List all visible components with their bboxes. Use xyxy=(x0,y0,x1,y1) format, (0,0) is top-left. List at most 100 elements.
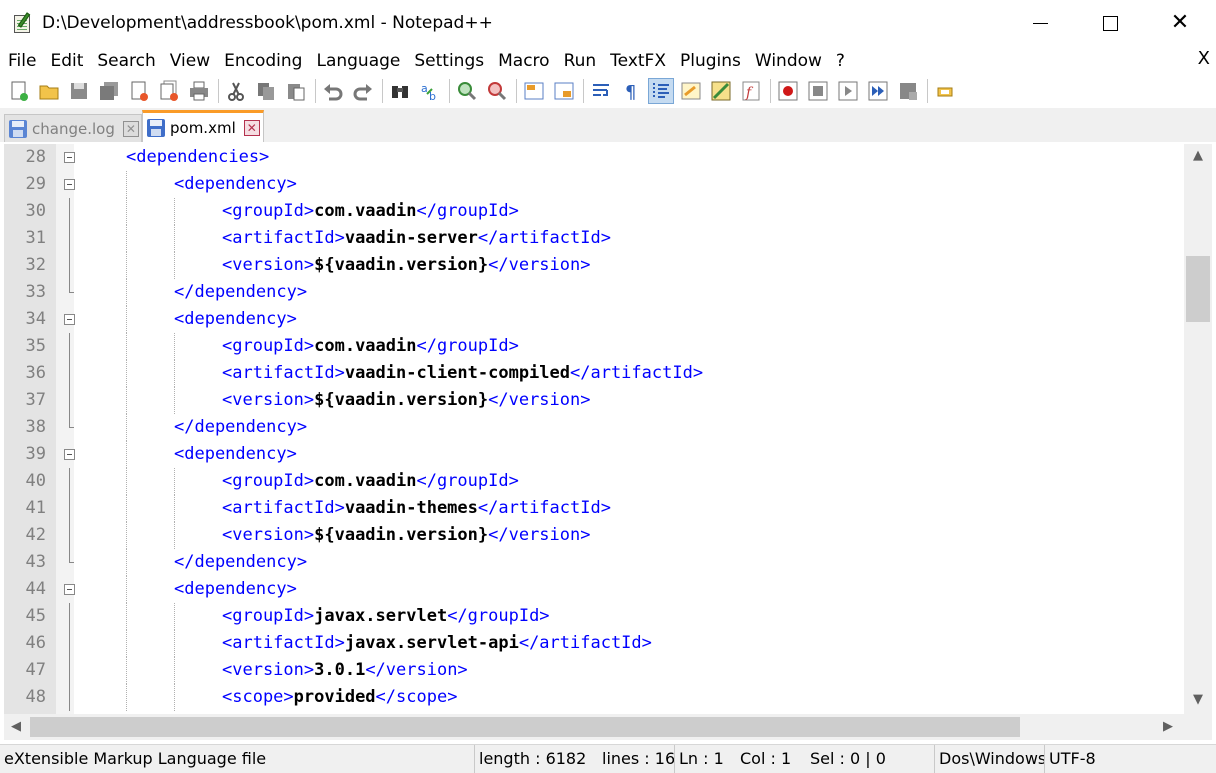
paste-button[interactable] xyxy=(283,78,309,104)
xml-tag: </dependency> xyxy=(174,417,308,437)
menu-run[interactable]: Run xyxy=(557,51,604,71)
xml-value: vaadin-server xyxy=(344,228,478,248)
code-line[interactable]: 31 <artifactId>vaadin-server</artifactId> xyxy=(4,225,1184,252)
indent-guide xyxy=(174,657,175,684)
zoom-out-button[interactable] xyxy=(484,78,510,104)
find-button[interactable] xyxy=(387,78,413,104)
word-wrap-button[interactable] xyxy=(588,78,614,104)
close-file-button[interactable] xyxy=(126,78,152,104)
indent-guide xyxy=(174,522,175,549)
fold-minus-icon[interactable] xyxy=(64,584,75,595)
undo-button[interactable] xyxy=(320,78,346,104)
minimize-button[interactable] xyxy=(1005,0,1075,46)
code-line[interactable]: 42 <version>${vaadin.version}</version> xyxy=(4,522,1184,549)
menu-window[interactable]: Window xyxy=(748,51,829,71)
scroll-up-arrow-icon[interactable]: ▲ xyxy=(1184,148,1212,163)
indent-guide-button[interactable] xyxy=(648,78,674,104)
notepadpp-app-icon[interactable] xyxy=(12,12,34,34)
indent-guide xyxy=(126,171,127,198)
code-line[interactable]: 30 <groupId>com.vaadin</groupId> xyxy=(4,198,1184,225)
code-line[interactable]: 34 <dependency> xyxy=(4,306,1184,333)
plugin-button[interactable] xyxy=(932,78,958,104)
code-line[interactable]: 37 <version>${vaadin.version}</version> xyxy=(4,387,1184,414)
code-line[interactable]: 36 <artifactId>vaadin-client-compiled</ar… xyxy=(4,360,1184,387)
open-file-button[interactable] xyxy=(36,78,62,104)
menu-encoding[interactable]: Encoding xyxy=(217,51,309,71)
stop-macro-button[interactable] xyxy=(805,78,831,104)
menu-language[interactable]: Language xyxy=(309,51,407,71)
fold-minus-icon[interactable] xyxy=(64,152,75,163)
fold-minus-icon[interactable] xyxy=(64,314,75,325)
menu-plugins[interactable]: Plugins xyxy=(673,51,748,71)
code-line[interactable]: 46 <artifactId>javax.servlet-api</artifac… xyxy=(4,630,1184,657)
menu-textfx[interactable]: TextFX xyxy=(603,51,673,71)
code-line[interactable]: 38 </dependency> xyxy=(4,414,1184,441)
tab-pom-xml[interactable]: pom.xml ✕ xyxy=(142,110,264,142)
fold-minus-icon[interactable] xyxy=(64,449,75,460)
fold-minus-icon[interactable] xyxy=(64,179,75,190)
menu-search[interactable]: Search xyxy=(90,51,162,71)
tab-change-log[interactable]: change.log ✕ xyxy=(4,114,142,142)
code-line[interactable]: 44 <dependency> xyxy=(4,576,1184,603)
menu-edit[interactable]: Edit xyxy=(43,51,90,71)
menu-file[interactable]: File xyxy=(0,51,43,71)
save-all-icon xyxy=(100,82,118,100)
cut-button[interactable] xyxy=(223,78,249,104)
record-macro-button[interactable] xyxy=(775,78,801,104)
status-encoding[interactable]: UTF-8 xyxy=(1044,745,1216,773)
play-macro-button[interactable] xyxy=(835,78,861,104)
menu-help[interactable]: ? xyxy=(829,51,852,71)
horizontal-scroll-thumb[interactable] xyxy=(30,717,1020,737)
zoom-in-button[interactable] xyxy=(454,78,480,104)
close-document-button[interactable]: X xyxy=(1198,48,1210,69)
code-line[interactable]: 40 <groupId>com.vaadin</groupId> xyxy=(4,468,1184,495)
code-line[interactable]: 28 <dependencies> xyxy=(4,144,1184,171)
save-macro-button[interactable] xyxy=(895,78,921,104)
show-all-characters-button[interactable]: ¶ xyxy=(618,78,644,104)
scroll-right-arrow-icon[interactable]: ▶ xyxy=(1156,719,1180,734)
replace-button[interactable]: ab xyxy=(417,78,443,104)
vertical-scrollbar[interactable]: ▲ ▼ xyxy=(1184,144,1212,714)
close-button[interactable]: ✕ xyxy=(1145,0,1215,46)
menu-view[interactable]: View xyxy=(163,51,217,71)
line-number: 34 xyxy=(25,309,46,329)
status-lines: lines : 164 xyxy=(602,749,674,768)
code-line[interactable]: 35 <groupId>com.vaadin</groupId> xyxy=(4,333,1184,360)
menu-settings[interactable]: Settings xyxy=(407,51,491,71)
code-line[interactable]: 48 <scope>provided</scope> xyxy=(4,684,1184,711)
vertical-scroll-thumb[interactable] xyxy=(1186,256,1210,322)
code-line[interactable]: 32 <version>${vaadin.version}</version> xyxy=(4,252,1184,279)
menu-macro[interactable]: Macro xyxy=(491,51,556,71)
save-all-button[interactable] xyxy=(96,78,122,104)
run-macro-multiple-button[interactable] xyxy=(865,78,891,104)
fold-line-marker xyxy=(69,603,70,630)
new-file-button[interactable] xyxy=(6,78,32,104)
sync-horizontal-button[interactable] xyxy=(551,78,577,104)
tab-close-icon[interactable]: ✕ xyxy=(243,119,260,136)
code-line[interactable]: 39 <dependency> xyxy=(4,441,1184,468)
code-line[interactable]: 47 <version>3.0.1</version> xyxy=(4,657,1184,684)
print-button[interactable] xyxy=(186,78,212,104)
scroll-left-arrow-icon[interactable]: ◀ xyxy=(4,719,28,734)
code-text: <artifactId>javax.servlet-api</artifactI… xyxy=(222,630,652,657)
status-eol-format[interactable]: Dos\Windows xyxy=(934,745,1044,773)
maximize-button[interactable] xyxy=(1075,0,1145,46)
code-line[interactable]: 41 <artifactId>vaadin-themes</artifactId> xyxy=(4,495,1184,522)
sync-vertical-button[interactable] xyxy=(521,78,547,104)
code-line[interactable]: 29 <dependency> xyxy=(4,171,1184,198)
horizontal-scrollbar[interactable]: ◀ ▶ xyxy=(4,714,1184,740)
function-list-button[interactable]: f xyxy=(738,78,764,104)
copy-button[interactable] xyxy=(253,78,279,104)
code-line[interactable]: 33 </dependency> xyxy=(4,279,1184,306)
define-language-button[interactable] xyxy=(678,78,704,104)
code-line[interactable]: 43 </dependency> xyxy=(4,549,1184,576)
code-line[interactable]: 45 <groupId>javax.servlet</groupId> xyxy=(4,603,1184,630)
document-map-button[interactable] xyxy=(708,78,734,104)
scroll-down-arrow-icon[interactable]: ▼ xyxy=(1184,692,1212,707)
line-number: 39 xyxy=(25,444,46,464)
close-all-button[interactable] xyxy=(156,78,182,104)
save-button[interactable] xyxy=(66,78,92,104)
redo-button[interactable] xyxy=(350,78,376,104)
tab-close-icon[interactable]: ✕ xyxy=(122,120,139,137)
code-editor[interactable]: 28 <dependencies> 29 <dependency> 30 <groupId… xyxy=(4,144,1184,714)
